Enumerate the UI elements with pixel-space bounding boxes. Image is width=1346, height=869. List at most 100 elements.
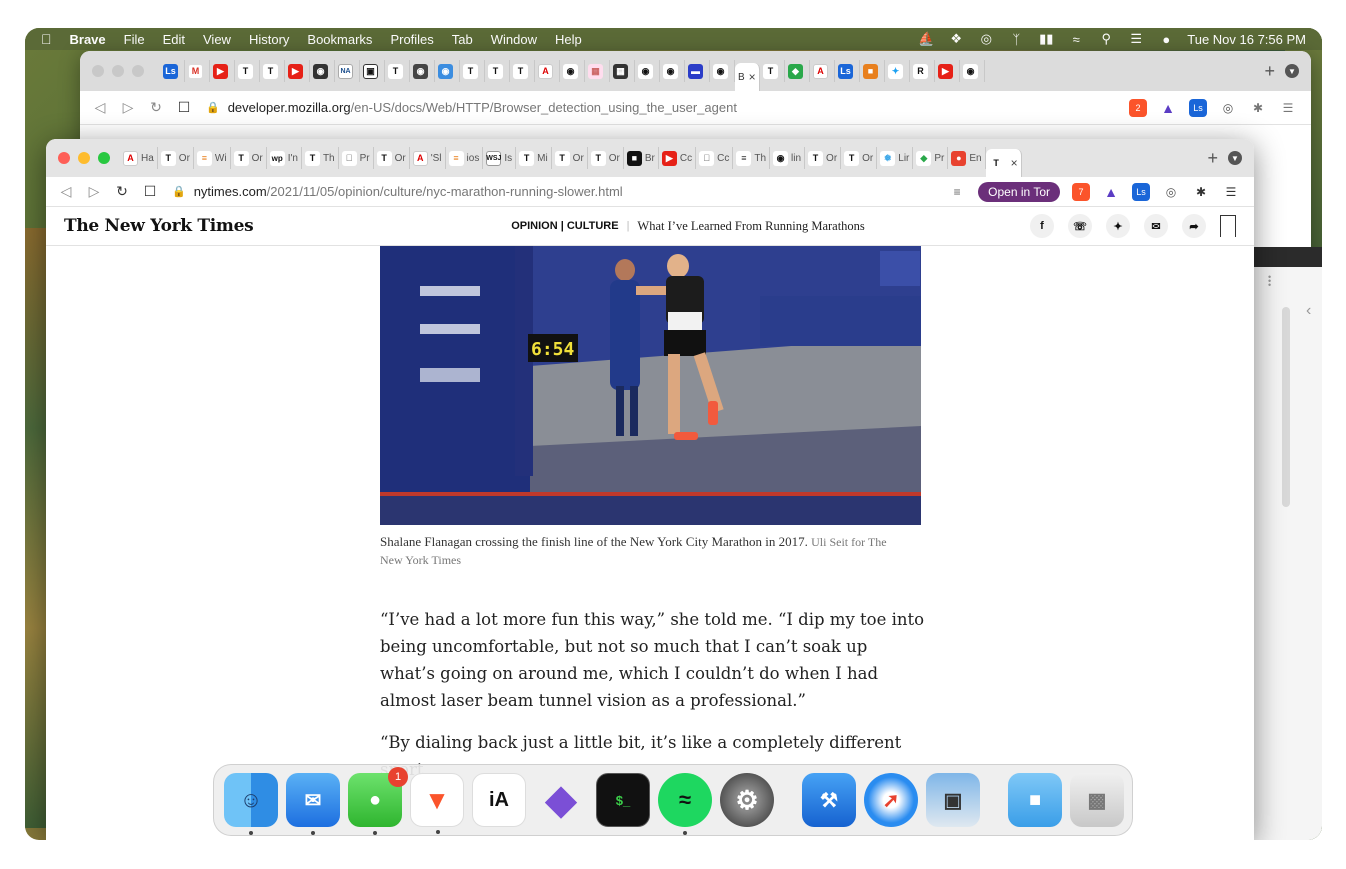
dock-finder[interactable]: ☺ <box>224 773 278 835</box>
whatsapp-icon[interactable]: ☏ <box>1068 214 1092 238</box>
back-tab[interactable]: Ls <box>835 60 860 82</box>
back-tab[interactable]: T <box>485 60 510 82</box>
back-tab[interactable]: A <box>535 60 560 82</box>
back-tab[interactable]: M <box>185 60 210 82</box>
share-icon[interactable]: ➦ <box>1182 214 1206 238</box>
dock-spotify[interactable]: ≈ <box>658 773 712 835</box>
close-tab-icon[interactable]: × <box>1011 156 1018 170</box>
front-tab[interactable]: T Mi <box>516 147 552 169</box>
minimize-window-icon[interactable] <box>78 152 90 164</box>
front-tab[interactable]: T Or <box>231 147 267 169</box>
ls-extension-icon[interactable]: Ls <box>1132 182 1150 201</box>
email-icon[interactable]: ✉ <box>1144 214 1168 238</box>
onepassword-extension-icon[interactable]: ◎ <box>1219 99 1237 117</box>
menu-app-name[interactable]: Brave <box>61 32 115 47</box>
save-article-icon[interactable] <box>1220 215 1236 237</box>
chevron-left-icon[interactable]: ‹ <box>1306 302 1311 320</box>
wifi-icon[interactable]: ≈ <box>1067 32 1085 47</box>
front-tab[interactable]: ◉ lin <box>770 147 806 169</box>
menu-tab[interactable]: Tab <box>443 32 482 47</box>
brave-shields-icon[interactable]: 7 <box>1072 182 1090 201</box>
dock-xcode[interactable]: ⚒ <box>802 773 856 827</box>
tab-search-icon[interactable]: ▼ <box>1228 151 1242 165</box>
front-tab[interactable]: Cc <box>696 147 734 169</box>
brave-rewards-icon[interactable]: ▲ <box>1102 183 1120 201</box>
apple-menu-icon[interactable]:  <box>25 31 61 47</box>
onepassword-icon[interactable]: ◎ <box>977 31 995 47</box>
front-tab[interactable]: ▶ Cc <box>659 147 697 169</box>
control-center-icon[interactable]: ☰ <box>1127 31 1145 47</box>
brave-shields-icon[interactable]: 2 <box>1129 98 1147 117</box>
back-tab[interactable]: T <box>510 60 535 82</box>
front-active-tab[interactable]: T × <box>985 149 1022 177</box>
front-tab[interactable]: T Or <box>158 147 194 169</box>
menu-icon[interactable]: ☰ <box>1222 183 1240 201</box>
forward-icon[interactable]: ▷ <box>80 183 108 200</box>
bookmark-icon[interactable]: ☐ <box>136 183 164 200</box>
back-tab[interactable]: ▶ <box>210 60 235 82</box>
back-tab[interactable]: ■ <box>860 60 885 82</box>
onepassword-extension-icon[interactable]: ◎ <box>1162 183 1180 201</box>
open-in-tor-button[interactable]: Open in Tor <box>978 181 1060 202</box>
close-window-icon[interactable] <box>58 152 70 164</box>
back-address-bar[interactable]: 🔒 developer.mozilla.org /en-US/docs/Web/… <box>198 100 1129 115</box>
front-tab[interactable]: T Or <box>841 147 878 169</box>
bluetooth-icon[interactable]: ᛉ <box>1007 32 1025 47</box>
back-icon[interactable]: ◁ <box>86 99 114 116</box>
ls-extension-icon[interactable]: Ls <box>1189 98 1207 117</box>
dock-mail[interactable]: ✉ <box>286 773 340 835</box>
back-tab[interactable]: ◉ <box>435 60 460 82</box>
back-tab[interactable]: ◉ <box>660 60 685 82</box>
front-tab[interactable]: ≡ ios <box>446 147 484 169</box>
back-tab[interactable]: T <box>760 60 785 82</box>
front-tab[interactable]: ≡ Th <box>733 147 771 169</box>
battery-icon[interactable]: ▮▮ <box>1037 31 1055 47</box>
back-active-tab[interactable]: B × <box>735 63 760 91</box>
dock-messages[interactable]: ● 1 <box>348 767 408 835</box>
back-tab[interactable]: ✦ <box>885 60 910 82</box>
docker-icon[interactable]: ⛵ <box>917 31 935 47</box>
menu-view[interactable]: View <box>194 32 240 47</box>
new-tab-button[interactable]: + <box>1254 61 1285 82</box>
dock-preview[interactable]: ▣ <box>926 773 980 827</box>
back-tab[interactable]: ▣ <box>360 60 385 82</box>
dock-trash[interactable]: ▩ <box>1070 773 1124 827</box>
facebook-icon[interactable]: f <box>1030 214 1054 238</box>
front-tab[interactable]: WSJ Is <box>483 147 517 169</box>
zoom-window-icon[interactable] <box>98 152 110 164</box>
close-dot-icon[interactable] <box>92 65 104 77</box>
front-tab[interactable]: Pr <box>339 147 374 169</box>
dock-ia-writer[interactable]: iA <box>472 773 526 827</box>
reload-icon[interactable]: ↻ <box>142 99 170 116</box>
back-tab[interactable]: R <box>910 60 935 82</box>
tab-search-icon[interactable]: ▼ <box>1285 64 1299 78</box>
dock-safari[interactable]: ➚ <box>864 773 918 827</box>
back-tab[interactable]: ▦ <box>585 60 610 82</box>
back-tab[interactable]: T <box>235 60 260 82</box>
back-tab[interactable]: ▶ <box>935 60 960 82</box>
new-tab-button[interactable]: + <box>1197 148 1228 169</box>
back-icon[interactable]: ◁ <box>52 183 80 200</box>
back-tab[interactable]: T <box>385 60 410 82</box>
front-tab[interactable]: ≡ Wi <box>194 147 231 169</box>
dock-terminal[interactable]: $_ <box>596 773 650 827</box>
back-tab[interactable]: ▬ <box>685 60 710 82</box>
back-tab[interactable]: ◆ <box>785 60 810 82</box>
back-tab[interactable]: ◉ <box>410 60 435 82</box>
front-address-bar[interactable]: 🔒 nytimes.com /2021/11/05/opinion/cultur… <box>164 184 948 199</box>
brave-rewards-icon[interactable]: ▲ <box>1159 99 1177 117</box>
more-icon[interactable]: • • • <box>1268 273 1271 290</box>
side-panel-scrollbar[interactable] <box>1282 307 1290 507</box>
menu-bookmarks[interactable]: Bookmarks <box>298 32 381 47</box>
extensions-icon[interactable]: ✱ <box>1249 99 1267 117</box>
back-tab[interactable]: ◉ <box>560 60 585 82</box>
front-tab[interactable]: ❅ Lir <box>877 147 914 169</box>
extensions-icon[interactable]: ✱ <box>1192 183 1210 201</box>
front-tab[interactable]: T Or <box>552 147 588 169</box>
zoom-dot-icon[interactable] <box>132 65 144 77</box>
section-label[interactable]: OPINION | CULTURE <box>511 220 618 232</box>
back-tab[interactable]: ◉ <box>310 60 335 82</box>
menu-edit[interactable]: Edit <box>154 32 194 47</box>
dock-brave[interactable]: ▼ <box>410 773 464 834</box>
front-tab[interactable]: T Th <box>302 147 339 169</box>
